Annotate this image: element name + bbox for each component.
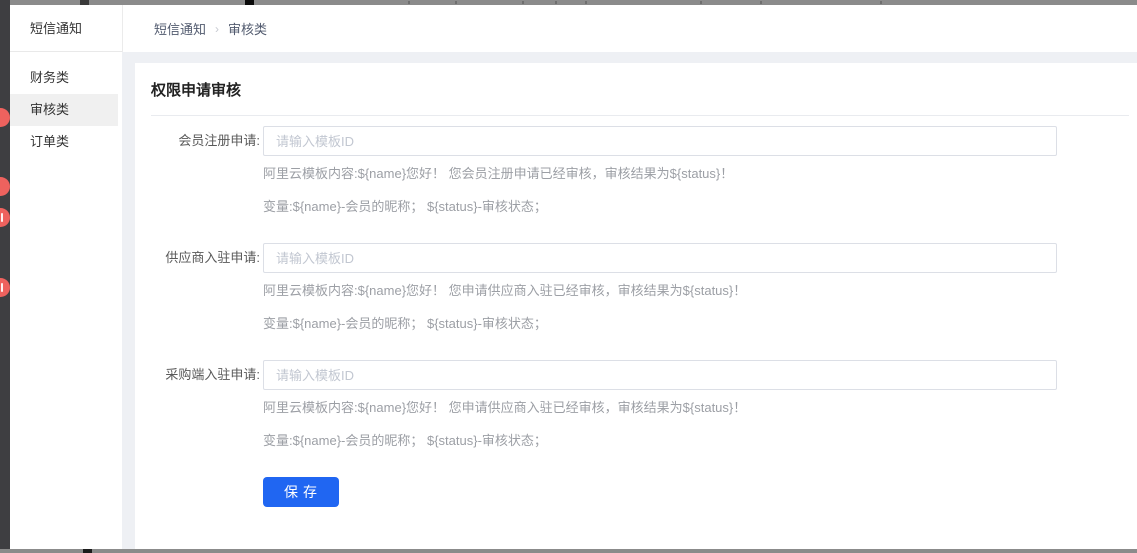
breadcrumb-item-current: 审核类 [228, 19, 267, 38]
template-content-hint: 阿里云模板内容:${name}您好！ 您申请供应商入驻已经审核，审核结果为${s… [263, 398, 1137, 418]
content-card: 权限申请审核 会员注册申请: 阿里云模板内容:${name}您好！ 您会员注册申… [135, 63, 1137, 549]
main-column: 短信通知 › 审核类 权限申请审核 会员注册申请: 阿里云模板内容:${name… [122, 5, 1137, 549]
topbar-artifact [700, 1, 702, 4]
topbar-artifact [408, 1, 410, 4]
breadcrumb: 短信通知 › 审核类 [122, 5, 1137, 52]
sidebar-item-order[interactable]: 订单类 [10, 126, 118, 158]
topbar-artifact [585, 1, 587, 4]
save-button[interactable]: 保存 [263, 477, 339, 507]
template-variables-hint: 变量:${name}-会员的昵称； ${status}-审核状态； [263, 197, 1137, 217]
template-variables-hint: 变量:${name}-会员的昵称； ${status}-审核状态； [263, 431, 1137, 451]
notification-badge [0, 208, 10, 227]
field-body: 阿里云模板内容:${name}您好！ 您申请供应商入驻已经审核，审核结果为${s… [263, 243, 1137, 334]
notification-badge [0, 177, 10, 196]
page-title: 权限申请审核 [151, 81, 1137, 101]
window-top-edge [10, 0, 1137, 5]
topbar-artifact [522, 1, 524, 4]
template-id-input-purchaser-entry[interactable] [263, 360, 1057, 390]
sidebar-title: 短信通知 [10, 5, 122, 52]
template-content-hint: 阿里云模板内容:${name}您好！ 您会员注册申请已经审核，审核结果为${st… [263, 164, 1137, 184]
template-content-hint: 阿里云模板内容:${name}您好！ 您申请供应商入驻已经审核，审核结果为${s… [263, 281, 1137, 301]
divider [151, 115, 1129, 116]
topbar-artifact [245, 0, 254, 5]
form-row-supplier-entry: 供应商入驻申请: 阿里云模板内容:${name}您好！ 您申请供应商入驻已经审核… [135, 243, 1137, 334]
sidebar-item-finance[interactable]: 财务类 [10, 62, 118, 94]
window-bottom-edge [0, 549, 1137, 553]
left-edge-strip [0, 0, 10, 553]
field-label: 会员注册申请: [151, 126, 260, 217]
screen: 短信通知 财务类 审核类 订单类 短信通知 › 审核类 权限申请审核 [0, 0, 1137, 553]
sidebar-nav: 财务类 审核类 订单类 [10, 52, 122, 158]
field-body: 阿里云模板内容:${name}您好！ 您申请供应商入驻已经审核，审核结果为${s… [263, 360, 1137, 451]
chevron-right-icon: › [215, 22, 219, 36]
app-window: 短信通知 财务类 审核类 订单类 短信通知 › 审核类 权限申请审核 [10, 5, 1137, 549]
topbar-artifact [455, 1, 457, 4]
topbar-artifact [555, 1, 557, 4]
sidebar: 短信通知 财务类 审核类 订单类 [10, 5, 122, 549]
template-form: 会员注册申请: 阿里云模板内容:${name}您好！ 您会员注册申请已经审核，审… [135, 126, 1137, 507]
topbar-artifact [880, 1, 882, 4]
form-row-member-register: 会员注册申请: 阿里云模板内容:${name}您好！ 您会员注册申请已经审核，审… [135, 126, 1137, 217]
field-label: 采购端入驻申请: [151, 360, 260, 451]
notification-badge [0, 108, 10, 127]
sidebar-item-audit[interactable]: 审核类 [10, 94, 118, 126]
topbar-artifact [80, 0, 89, 5]
bottombar-artifact [83, 549, 92, 553]
notification-badge [0, 278, 10, 297]
breadcrumb-item-sms[interactable]: 短信通知 [154, 19, 206, 38]
template-id-input-member-register[interactable] [263, 126, 1057, 156]
topbar-artifact [760, 1, 762, 4]
badge-digit-fragment [1, 283, 3, 292]
field-label: 供应商入驻申请: [151, 243, 260, 334]
form-row-purchaser-entry: 采购端入驻申请: 阿里云模板内容:${name}您好！ 您申请供应商入驻已经审核… [135, 360, 1137, 451]
template-variables-hint: 变量:${name}-会员的昵称； ${status}-审核状态； [263, 314, 1137, 334]
content-area: 权限申请审核 会员注册申请: 阿里云模板内容:${name}您好！ 您会员注册申… [122, 52, 1137, 549]
field-body: 阿里云模板内容:${name}您好！ 您会员注册申请已经审核，审核结果为${st… [263, 126, 1137, 217]
template-id-input-supplier-entry[interactable] [263, 243, 1057, 273]
badge-digit-fragment [1, 213, 3, 222]
